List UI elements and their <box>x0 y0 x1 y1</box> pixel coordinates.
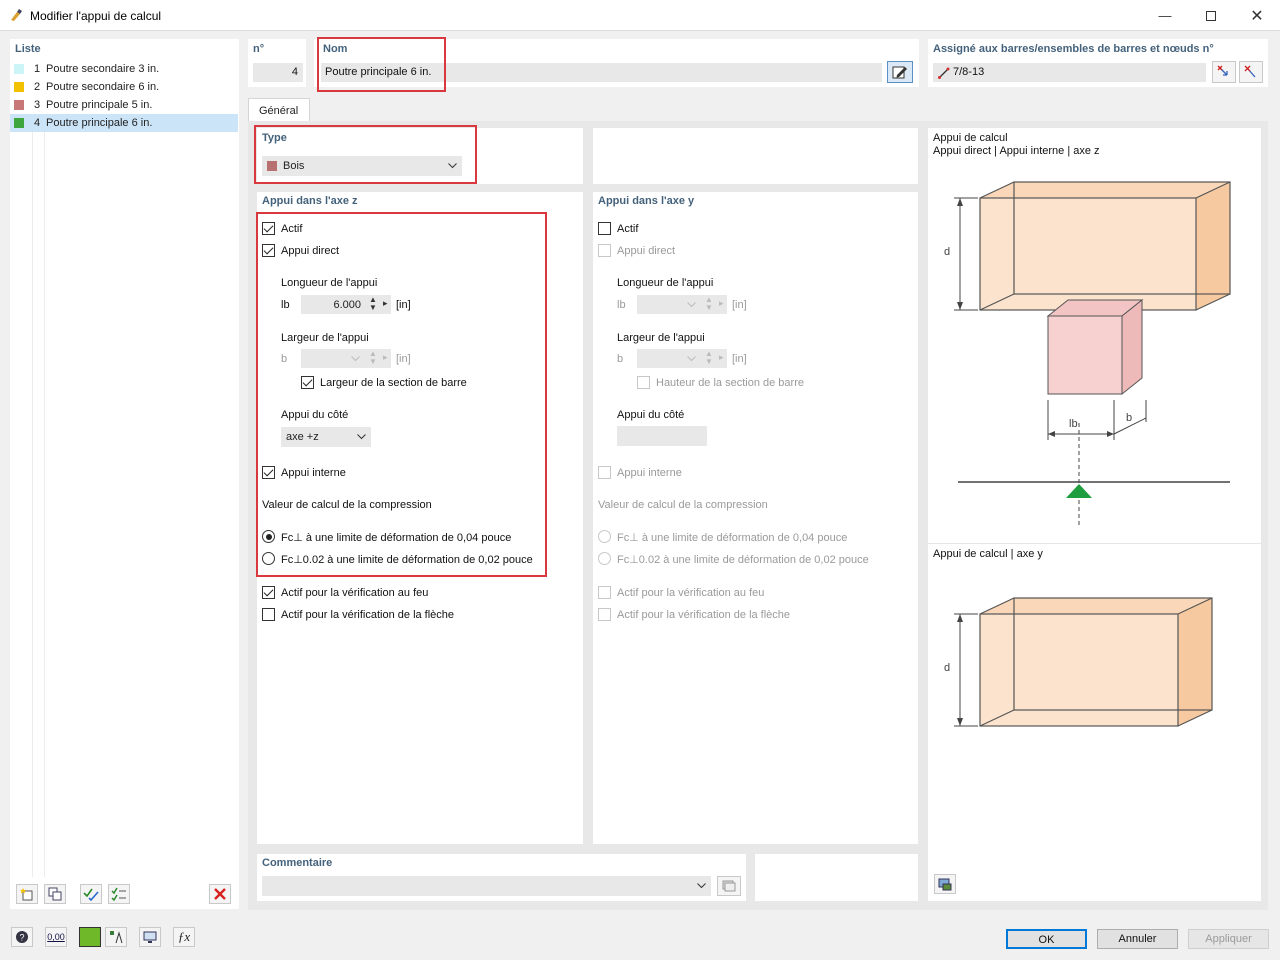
y-internal-checkbox <box>598 466 611 479</box>
dim-lb: lb <box>1069 418 1078 430</box>
z-axis-header: Appui dans l'axe z <box>262 195 358 207</box>
y-axis-header: Appui dans l'axe y <box>598 195 695 207</box>
support-diagram-z <box>954 181 1231 528</box>
edit-name-icon[interactable] <box>887 61 913 83</box>
y-active-label: Actif <box>617 223 639 235</box>
y-option-004-label: Fc⊥ à une limite de déformation de 0,04 … <box>617 532 848 544</box>
y-axis-panel: Appui dans l'axe y <box>593 192 918 844</box>
support-diagram-y <box>954 597 1213 727</box>
highlight-name <box>317 37 446 92</box>
type-side-panel <box>593 128 918 184</box>
list-item-selected[interactable]: 4 Poutre principale 6 in. <box>10 114 238 132</box>
y-deflection-checkbox <box>598 608 611 621</box>
comment-side-panel <box>755 854 918 901</box>
comment-library-icon[interactable] <box>717 876 741 896</box>
list-item[interactable]: 3 Poutre principale 5 in. <box>10 96 236 114</box>
y-compression-label: Valeur de calcul de la compression <box>598 499 768 511</box>
y-width-input: ▲ ▼ ▸ <box>637 349 727 368</box>
y-width-label: Largeur de l'appui <box>617 332 705 344</box>
y-direct-checkbox <box>598 244 611 257</box>
title-bar: Modifier l'appui de calcul — ✕ <box>0 0 1280 31</box>
svg-text:?: ? <box>19 933 24 943</box>
dim-d-y: d <box>944 662 951 674</box>
pick-select-icon[interactable] <box>1212 61 1236 83</box>
y-fire-checkbox <box>598 586 611 599</box>
y-option-002-label: Fc⊥0.02 à une limite de déformation de 0… <box>617 554 869 566</box>
list-header: Liste <box>15 43 41 55</box>
ok-button[interactable]: OK <box>1006 929 1087 949</box>
y-height-section-label: Hauteur de la section de barre <box>656 377 804 389</box>
assigned-panel: Assigné aux barres/ensembles de barres e… <box>928 39 1268 87</box>
check-list-icon[interactable] <box>108 884 130 904</box>
diagram-subtitle-z: Appui direct | Appui interne | axe z <box>933 145 1100 157</box>
members-icon[interactable] <box>105 927 127 947</box>
comment-panel: Commentaire <box>257 854 746 901</box>
y-length-input: ▲ ▼ ▸ <box>637 295 727 314</box>
number-panel: n° 4 <box>248 39 306 87</box>
highlight-type <box>254 125 477 184</box>
diagram-options-icon[interactable] <box>934 874 956 894</box>
number-label: n° <box>253 43 265 55</box>
delete-icon[interactable] <box>209 884 231 904</box>
y-option-002-radio <box>598 552 611 565</box>
dim-b: b <box>1126 412 1133 424</box>
app-icon <box>11 9 22 21</box>
highlight-z-axis <box>256 212 547 577</box>
diagram-title-y: Appui de calcul | axe y <box>933 548 1043 560</box>
z-fire-checkbox[interactable] <box>262 586 275 599</box>
copy-icon[interactable] <box>44 884 66 904</box>
maximize-button[interactable] <box>1188 0 1234 31</box>
y-active-checkbox[interactable] <box>598 222 611 235</box>
new-item-icon[interactable] <box>16 884 38 904</box>
color-icon[interactable] <box>79 927 101 947</box>
comment-dropdown[interactable] <box>262 876 711 896</box>
pick-deselect-icon[interactable] <box>1239 61 1263 83</box>
list-item[interactable]: 1 Poutre secondaire 3 in. <box>10 60 236 78</box>
close-button[interactable]: ✕ <box>1234 0 1280 31</box>
assigned-label: Assigné aux barres/ensembles de barres e… <box>933 43 1214 55</box>
comment-label: Commentaire <box>262 857 333 869</box>
y-side-dropdown <box>617 426 707 446</box>
y-deflection-label: Actif pour la vérification de la flèche <box>617 609 791 621</box>
y-width-unit: [in] <box>732 353 747 365</box>
dim-d: d <box>944 246 951 258</box>
y-option-004-radio <box>598 530 611 543</box>
diagram-panel: Appui de calcul Appui direct | Appui int… <box>928 128 1261 901</box>
apply-button: Appliquer <box>1188 929 1269 949</box>
view-icon[interactable] <box>139 927 161 947</box>
help-icon[interactable]: ? <box>11 927 33 947</box>
y-width-symbol: b <box>617 353 624 365</box>
member-icon <box>938 67 950 79</box>
z-fire-label: Actif pour la vérification au feu <box>281 587 429 599</box>
window-title: Modifier l'appui de calcul <box>30 9 162 23</box>
diagram-title-z: Appui de calcul <box>933 132 1008 144</box>
y-length-unit: [in] <box>732 299 747 311</box>
y-side-label: Appui du côté <box>617 409 685 421</box>
check-all-icon[interactable] <box>80 884 102 904</box>
y-fire-label: Actif pour la vérification au feu <box>617 587 765 599</box>
y-internal-label: Appui interne <box>617 467 682 479</box>
chevron-down-icon <box>697 883 706 889</box>
z-deflection-checkbox[interactable] <box>262 608 275 621</box>
y-length-symbol: lb <box>617 299 626 311</box>
y-direct-label: Appui direct <box>617 245 676 257</box>
y-length-label: Longueur de l'appui <box>617 277 714 289</box>
cancel-button[interactable]: Annuler <box>1097 929 1178 949</box>
list-panel: Liste 1 Poutre secondaire 3 in. 2 Poutre s… <box>10 39 239 909</box>
minimize-button[interactable]: — <box>1142 0 1188 31</box>
tab-general[interactable]: Général <box>248 98 310 122</box>
formula-icon[interactable]: ƒx <box>173 927 195 947</box>
numeric-format-icon[interactable]: 0,00 <box>45 927 67 947</box>
list-item[interactable]: 2 Poutre secondaire 6 in. <box>10 78 236 96</box>
assigned-field[interactable]: 7/8-13 <box>933 63 1206 82</box>
number-field[interactable]: 4 <box>253 63 303 82</box>
z-deflection-label: Actif pour la vérification de la flèche <box>281 609 455 621</box>
y-height-section-checkbox <box>637 376 650 389</box>
